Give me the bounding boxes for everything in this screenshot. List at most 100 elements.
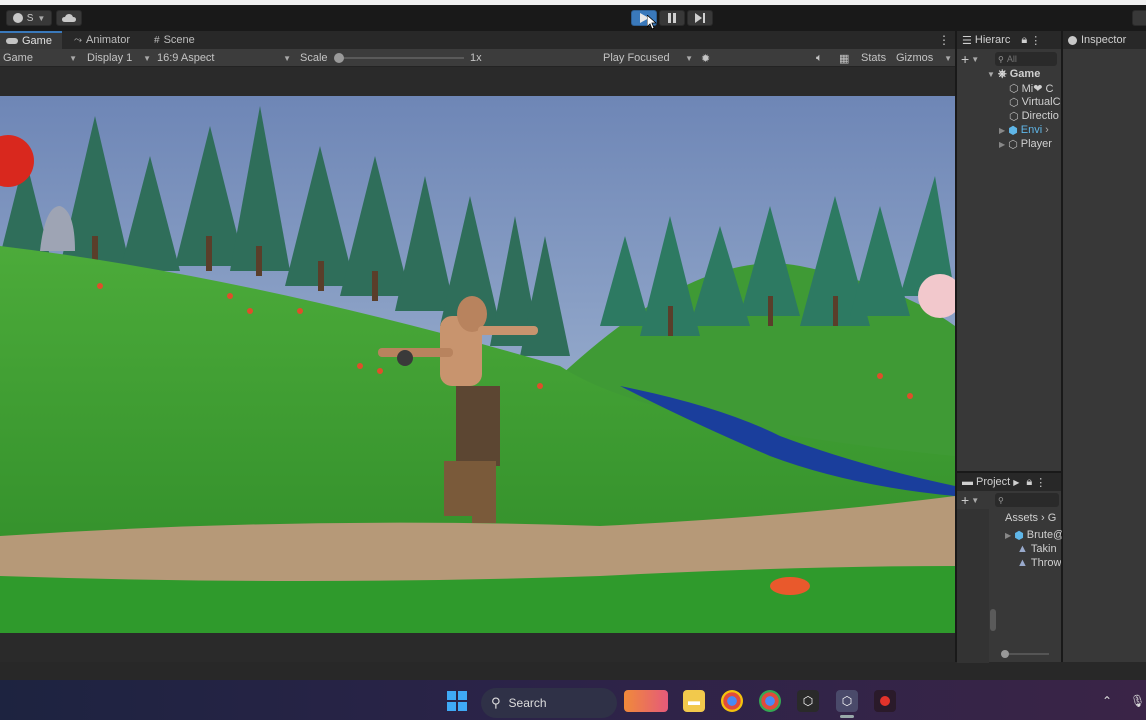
chrome-profile-icon[interactable] — [759, 690, 781, 712]
speaker-icon[interactable]: 🔈︎ — [816, 51, 823, 65]
play-mode-select[interactable]: Play Focused ▼ — [603, 51, 693, 65]
chevron-down-icon: ▼ — [971, 495, 980, 505]
aspect-select[interactable]: 16:9 Aspect ▼ — [157, 51, 291, 65]
tab-menu-icon[interactable]: ⋮ — [938, 33, 950, 47]
hierarchy-search-placeholder: All — [1006, 54, 1017, 64]
gamepad-icon — [6, 38, 18, 44]
project-panel: ▬ Project ▶ 🔒︎ ⋮ + ▼ ⚲ Assets › G ▶ ⬢ Bru… — [956, 472, 1064, 663]
hierarchy-item-label: VirtualC — [1021, 96, 1061, 108]
search-icon: ⚲ — [491, 695, 501, 710]
tab-animator[interactable]: ⤳ Animator — [68, 31, 136, 49]
project-item-label: Brute@ — [1026, 529, 1065, 541]
chevron-down-icon: ▼ — [143, 53, 151, 63]
cloud-icon — [62, 13, 76, 22]
recorder-icon[interactable] — [874, 690, 896, 712]
view-select-label: Game — [3, 52, 33, 64]
hierarchy-item-prefab[interactable]: ▶ ⬢ Envi › — [999, 123, 1049, 137]
tab-animator-label: Animator — [86, 34, 131, 46]
lock-icon[interactable]: 🔒︎ — [1021, 34, 1027, 47]
account-button[interactable]: S ▼ — [6, 10, 52, 26]
project-folder-tree[interactable] — [957, 509, 989, 663]
gameobject-icon: ⬡ — [1009, 82, 1019, 95]
plus-icon: + — [961, 492, 970, 508]
zoom-slider[interactable] — [1001, 650, 1049, 658]
tab-scene-label: Scene — [163, 34, 195, 46]
scale-slider-handle[interactable] — [334, 53, 344, 63]
step-button[interactable] — [687, 10, 713, 26]
gameobject-icon: ⬡ — [1009, 96, 1019, 109]
inspector-title: Inspector — [1081, 34, 1127, 46]
chevron-down-icon: ▼ — [987, 69, 995, 79]
unity-hub-icon[interactable]: ⬡ — [797, 690, 819, 712]
chevron-right-icon: ▶ — [1013, 477, 1020, 487]
step-icon — [695, 13, 705, 23]
microphone-icon[interactable]: 🎙︎ — [1130, 694, 1145, 708]
tab-game-label: Game — [22, 35, 52, 47]
model-prefab-icon: ⬢ — [1014, 529, 1024, 542]
breadcrumb-assets[interactable]: Assets — [1005, 512, 1038, 524]
hierarchy-icon: ☰ — [962, 34, 972, 47]
hierarchy-item[interactable]: ⬡ VirtualC — [1009, 95, 1061, 109]
hierarchy-item[interactable]: ▶ ⬡ Player — [999, 137, 1052, 151]
view-select[interactable]: Game ▼ — [3, 51, 77, 65]
windows-start-icon[interactable] — [447, 691, 467, 711]
display-select[interactable]: Display 1 ▼ — [87, 51, 151, 65]
prefab-icon: ⬢ — [1008, 124, 1018, 137]
inspector-header[interactable]: Inspector — [1063, 31, 1146, 49]
game-viewport[interactable] — [0, 96, 955, 633]
create-asset-button[interactable]: + ▼ — [961, 492, 980, 508]
tab-scene[interactable]: # Scene — [148, 31, 201, 49]
hierarchy-item-label: Directio — [1021, 110, 1059, 122]
gizmos-label: Gizmos — [896, 52, 934, 64]
aspect-select-label: 16:9 Aspect — [157, 52, 215, 64]
lock-icon[interactable]: 🔒︎ — [1026, 476, 1032, 489]
chevron-right-icon: › — [1045, 124, 1049, 136]
scale-value: 1x — [470, 52, 482, 64]
taskbar-search-label: Search — [508, 696, 547, 710]
toolbar-overflow-button[interactable] — [1132, 10, 1146, 26]
hierarchy-item[interactable]: ⬡ Mi❤ C — [1009, 81, 1053, 95]
hierarchy-root-label: Game — [1009, 68, 1041, 80]
mouse-cursor-icon — [647, 15, 657, 30]
create-button[interactable]: + ▼ — [961, 51, 979, 67]
unity-editor-icon[interactable]: ⬡ — [836, 690, 858, 712]
hierarchy-search[interactable]: ⚲ All — [995, 52, 1057, 66]
project-header: ▬ Project ▶ 🔒︎ ⋮ — [957, 473, 1061, 491]
chrome-icon[interactable] — [721, 690, 743, 712]
bug-icon[interactable]: ✹ — [701, 51, 710, 65]
project-title: Project — [976, 476, 1011, 488]
project-item[interactable]: ▶ ⬢ Brute@ — [1005, 528, 1064, 542]
game-scene-render — [0, 96, 955, 633]
hierarchy-root[interactable]: ▼ ⎈ Game — [987, 67, 1040, 81]
status-bar — [0, 662, 1146, 680]
info-icon — [1068, 35, 1077, 45]
animation-clip-icon: ▲ — [1017, 543, 1028, 555]
tab-game[interactable]: Game — [0, 31, 62, 49]
taskbar-search[interactable]: ⚲ Search — [481, 688, 617, 718]
cloud-button[interactable] — [56, 10, 82, 26]
grid-toggle-icon[interactable]: ▦ — [839, 51, 849, 65]
scale-slider[interactable] — [334, 53, 464, 63]
scrollbar[interactable] — [990, 609, 996, 631]
zoom-slider-handle[interactable] — [1001, 650, 1009, 658]
game-toolbar: Game ▼ Display 1 ▼ 16:9 Aspect ▼ Scale 1… — [0, 49, 955, 67]
panel-menu-icon[interactable]: ⋮ — [1030, 34, 1041, 47]
pause-button[interactable] — [659, 10, 685, 26]
gizmos-button[interactable]: Gizmos ▼ — [896, 51, 952, 65]
stats-button[interactable]: Stats — [861, 51, 886, 65]
file-explorer-icon[interactable]: ▬ — [683, 690, 705, 712]
panel-menu-icon[interactable]: ⋮ — [1035, 476, 1046, 489]
play-mode-label: Play Focused — [603, 52, 670, 64]
plus-icon: + — [961, 51, 970, 67]
project-search[interactable]: ⚲ — [995, 493, 1059, 507]
breadcrumb-next[interactable]: G — [1048, 512, 1057, 524]
animation-clip-icon: ▲ — [1017, 557, 1028, 569]
project-item[interactable]: ▲ Throw — [1017, 556, 1061, 570]
gameobject-icon: ⬡ — [1008, 138, 1018, 151]
folder-icon: ▬ — [962, 476, 973, 488]
news-widget-icon[interactable] — [624, 690, 668, 712]
chevron-up-icon[interactable]: ⌃ — [1102, 694, 1112, 708]
project-breadcrumb: Assets › G — [1005, 511, 1056, 525]
hierarchy-item[interactable]: ⬡ Directio — [1009, 109, 1059, 123]
project-item[interactable]: ▲ Takin — [1017, 542, 1057, 556]
